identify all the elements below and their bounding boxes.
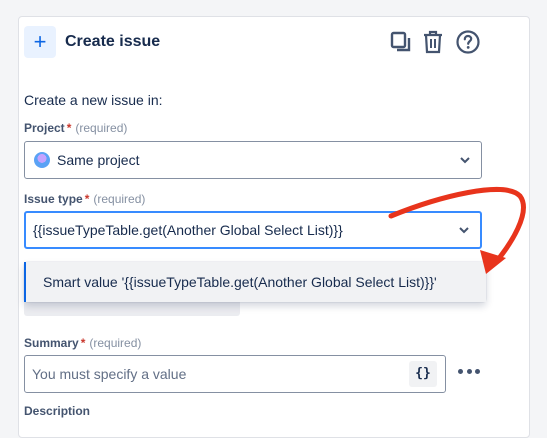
project-label: Project * (required) [24, 121, 127, 135]
required-text: (required) [93, 192, 146, 206]
plus-icon[interactable]: + [24, 26, 56, 58]
required-asterisk: * [80, 336, 86, 350]
required-asterisk: * [84, 192, 90, 206]
project-avatar-icon [34, 152, 50, 168]
required-text: (required) [89, 336, 142, 350]
smart-value-button[interactable]: {} [409, 361, 437, 387]
required-asterisk: * [66, 121, 72, 135]
description-label: Description [24, 404, 90, 418]
description-label-text: Description [24, 404, 91, 418]
help-icon[interactable] [455, 28, 481, 56]
issue-type-select-value: {{issueTypeTable.get(Another Global Sele… [33, 222, 343, 238]
panel-title: Create issue [65, 33, 161, 50]
trash-icon[interactable] [420, 28, 446, 56]
project-label-text: Project [24, 121, 65, 135]
intro-text: Create a new issue in: [24, 92, 163, 108]
issue-type-label-text: Issue type [24, 192, 83, 206]
chevron-down-icon [459, 227, 469, 234]
project-select-value: Same project [57, 152, 140, 168]
copy-icon[interactable] [388, 28, 414, 56]
summary-placeholder: You must specify a value [32, 366, 187, 382]
dropdown-option[interactable]: Smart value '{{issueTypeTable.get(Anothe… [24, 262, 486, 302]
dropdown-option-label: Smart value '{{issueTypeTable.get(Anothe… [43, 274, 437, 290]
issue-type-label: Issue type * (required) [24, 192, 145, 206]
more-options-icon[interactable] [458, 367, 480, 375]
project-select[interactable]: Same project [24, 141, 482, 179]
issue-type-dropdown: Smart value '{{issueTypeTable.get(Anothe… [24, 262, 486, 302]
chevron-down-icon [460, 157, 470, 164]
issue-type-select[interactable]: {{issueTypeTable.get(Another Global Sele… [24, 211, 482, 249]
summary-input[interactable]: You must specify a value {} [24, 355, 446, 393]
obscured-field [24, 300, 240, 316]
panel-header: + Create issue [24, 26, 521, 60]
summary-label: Summary * (required) [24, 336, 141, 350]
required-text: (required) [75, 121, 128, 135]
summary-label-text: Summary [24, 336, 79, 350]
